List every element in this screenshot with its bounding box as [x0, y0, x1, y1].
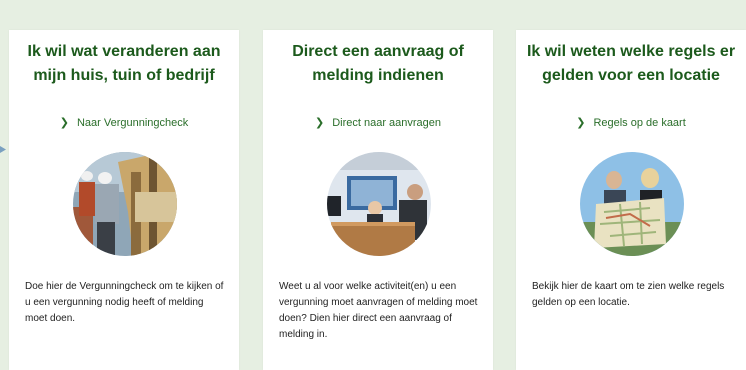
- chevron-right-icon: ❯: [314, 117, 325, 129]
- card-title: Direct een aanvraag of melding indienen: [292, 43, 464, 84]
- card-description: Weet u al voor welke activiteit(en) u ee…: [279, 281, 478, 340]
- card-description: Bekijk hier de kaart om te zien welke re…: [532, 281, 725, 308]
- card-description: Doe hier de Vergunningcheck om te kijken…: [25, 281, 224, 324]
- chevron-right-icon: ❯: [59, 117, 69, 129]
- construction-workers-photo: [73, 152, 177, 256]
- card-title: Ik wil weten welke regels er gelden voor…: [526, 43, 736, 84]
- card-regels-op-de-kaart: Ik wil weten welke regels er gelden voor…: [516, 30, 746, 370]
- link-direct-naar-aanvragen[interactable]: ❯ Direct naar aanvragen: [263, 116, 493, 129]
- people-with-map-photo: [580, 152, 684, 256]
- link-regels-op-de-kaart[interactable]: ❯ Regels op de kaart: [516, 116, 746, 129]
- link-naar-vergunningcheck[interactable]: ❯ Naar Vergunningcheck: [9, 116, 239, 129]
- card-title: Ik wil wat veranderen aan mijn huis, tui…: [27, 43, 221, 84]
- service-desk-photo: [327, 152, 431, 256]
- edge-arrow-icon: [0, 146, 6, 153]
- card-vergunningcheck: Ik wil wat veranderen aan mijn huis, tui…: [9, 30, 239, 370]
- chevron-right-icon: ❯: [576, 117, 586, 129]
- card-direct-aanvragen: Direct een aanvraag of melding indienen …: [263, 30, 493, 370]
